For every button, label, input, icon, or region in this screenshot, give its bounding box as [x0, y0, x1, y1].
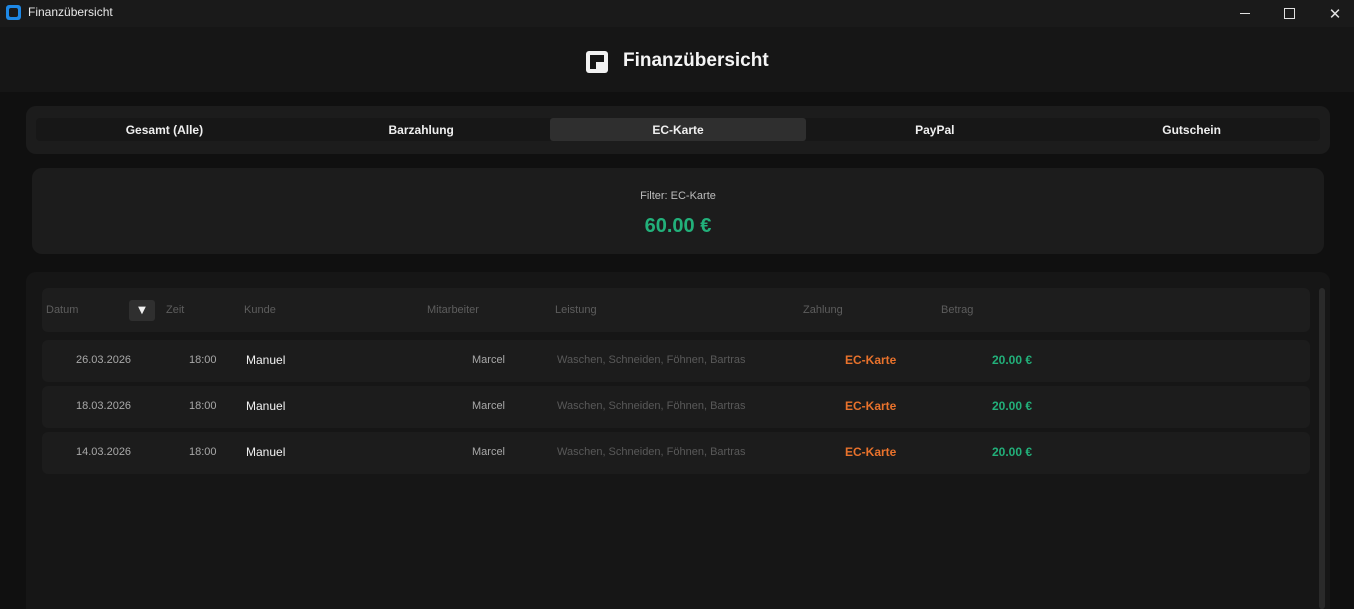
cell-betrag: 20.00 €	[992, 353, 1033, 367]
window-title: Finanzübersicht	[28, 5, 113, 19]
close-button[interactable]: ✕	[1312, 0, 1354, 27]
filter-label: Filter: EC-Karte	[640, 190, 716, 202]
table-row[interactable]: 26.03.2026 18:00 Manuel Marcel Waschen, …	[42, 340, 1310, 382]
ledger-icon	[586, 51, 608, 73]
sort-toggle-button[interactable]: ▼	[129, 300, 155, 321]
cell-zahlung: EC-Karte	[845, 445, 897, 459]
cell-datum: 14.03.2026	[76, 446, 132, 458]
cell-leistung: Waschen, Schneiden, Föhnen, Bartras	[557, 354, 746, 366]
cell-zeit: 18:00	[189, 446, 217, 458]
cell-kunde: Manuel	[246, 399, 286, 413]
tab-gutschein[interactable]: Gutschein	[1063, 118, 1320, 141]
payment-filter-bar: Gesamt (Alle) Barzahlung EC-Karte PayPal…	[26, 106, 1330, 154]
summary-card: Filter: EC-Karte 60.00 €	[32, 168, 1324, 254]
cell-zahlung: EC-Karte	[845, 399, 897, 413]
cell-leistung: Waschen, Schneiden, Föhnen, Bartras	[557, 400, 746, 412]
cell-betrag: 20.00 €	[992, 399, 1033, 413]
cell-zahlung: EC-Karte	[845, 353, 897, 367]
payment-tabs: Gesamt (Alle) Barzahlung EC-Karte PayPal…	[36, 118, 1320, 141]
app-icon	[6, 5, 21, 20]
page-title: Finanzübersicht	[623, 50, 769, 71]
cell-kunde: Manuel	[246, 445, 286, 459]
table-header: Datum ▼ Zeit Kunde Mitarbeiter Leistung …	[42, 288, 1310, 332]
table-scrollbar[interactable]	[1319, 288, 1325, 609]
cell-mitarbeiter: Marcel	[472, 354, 506, 366]
column-header-betrag[interactable]: Betrag	[941, 304, 973, 316]
page-header: Finanzübersicht	[0, 27, 1354, 92]
transactions-table: Datum ▼ Zeit Kunde Mitarbeiter Leistung …	[26, 272, 1330, 609]
cell-datum: 18.03.2026	[76, 400, 132, 412]
column-header-leistung[interactable]: Leistung	[555, 304, 597, 316]
column-header-zeit[interactable]: Zeit	[166, 304, 184, 316]
window-titlebar: Finanzübersicht ✕	[0, 0, 1354, 27]
column-header-mitarbeiter[interactable]: Mitarbeiter	[427, 304, 479, 316]
cell-leistung: Waschen, Schneiden, Föhnen, Bartras	[557, 446, 746, 458]
cell-kunde: Manuel	[246, 353, 286, 367]
tab-gesamt[interactable]: Gesamt (Alle)	[36, 118, 293, 141]
cell-mitarbeiter: Marcel	[472, 400, 506, 412]
cell-mitarbeiter: Marcel	[472, 446, 506, 458]
cell-betrag: 20.00 €	[992, 445, 1033, 459]
cell-zeit: 18:00	[189, 354, 217, 366]
cell-zeit: 18:00	[189, 400, 217, 412]
column-header-zahlung[interactable]: Zahlung	[803, 304, 843, 316]
table-row[interactable]: 18.03.2026 18:00 Manuel Marcel Waschen, …	[42, 386, 1310, 428]
total-amount: 60.00 €	[644, 215, 712, 237]
table-row[interactable]: 14.03.2026 18:00 Manuel Marcel Waschen, …	[42, 432, 1310, 474]
tab-ec-karte[interactable]: EC-Karte	[549, 118, 807, 141]
column-header-kunde[interactable]: Kunde	[244, 304, 276, 316]
column-header-datum[interactable]: Datum	[46, 304, 78, 316]
tab-barzahlung[interactable]: Barzahlung	[293, 118, 550, 141]
cell-datum: 26.03.2026	[76, 354, 132, 366]
tab-paypal[interactable]: PayPal	[806, 118, 1063, 141]
minimize-button[interactable]	[1222, 0, 1268, 27]
maximize-button[interactable]	[1266, 0, 1312, 27]
